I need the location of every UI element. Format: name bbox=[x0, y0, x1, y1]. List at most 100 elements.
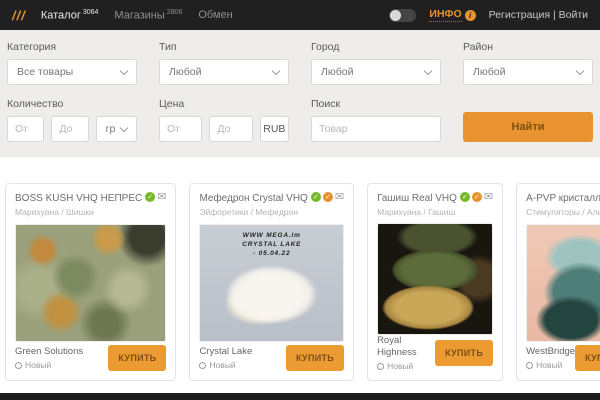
district-label: Район bbox=[463, 41, 593, 53]
price-label: Цена bbox=[159, 98, 289, 110]
product-card: A-PVP кристалл ✓ ✉ Стимуляторы / Альфа W… bbox=[516, 183, 600, 381]
product-grid: BOSS KUSH VHQ НЕПРЕС ✓ ✉ Марихуана / Шиш… bbox=[0, 183, 600, 381]
chevron-down-icon bbox=[424, 66, 432, 74]
vendor-name[interactable]: Royal Highness bbox=[377, 335, 435, 359]
buy-button[interactable]: КУПИТЬ bbox=[575, 345, 600, 371]
status-circle-icon bbox=[526, 362, 533, 369]
product-image[interactable] bbox=[15, 224, 166, 342]
nav-catalog-label: Каталог bbox=[41, 9, 81, 21]
envelope-icon[interactable]: ✉ bbox=[484, 192, 493, 202]
nav-shops-label: Магазины bbox=[114, 9, 164, 21]
product-category: Марихуана / Гашиш bbox=[377, 207, 493, 216]
bottom-bar bbox=[0, 393, 600, 400]
product-card: Мефедрон Crystal VHQ ✓ ✓ ✉ Эйфоретики / … bbox=[189, 183, 354, 381]
price-to-input[interactable] bbox=[209, 116, 252, 142]
city-label: Город bbox=[311, 41, 441, 53]
filter-city: Город Любой bbox=[311, 38, 441, 85]
vendor-block: Crystal Lake Новый bbox=[199, 346, 252, 370]
toggle-knob-icon bbox=[390, 10, 401, 21]
type-value: Любой bbox=[169, 66, 201, 78]
filter-search: Поиск bbox=[311, 95, 441, 142]
buy-button[interactable]: КУПИТЬ bbox=[435, 340, 493, 366]
quantity-unit-select[interactable]: гр bbox=[96, 116, 137, 142]
vendor-name[interactable]: Crystal Lake bbox=[199, 346, 252, 358]
vendor-name[interactable]: Green Solutions bbox=[15, 346, 83, 358]
status-label: Новый bbox=[536, 360, 562, 370]
status-circle-icon bbox=[15, 362, 22, 369]
buy-button[interactable]: КУПИТЬ bbox=[286, 345, 344, 371]
topbar-right: ИНФО i Регистрация | Войти bbox=[389, 8, 588, 22]
status-label: Новый bbox=[25, 360, 51, 370]
district-select[interactable]: Любой bbox=[463, 59, 593, 85]
nav-catalog[interactable]: Каталог3064 bbox=[41, 9, 99, 22]
chevron-down-icon bbox=[120, 66, 128, 74]
verified-green-icon: ✓ bbox=[145, 192, 155, 202]
quantity-from-input[interactable] bbox=[7, 116, 44, 142]
info-icon: i bbox=[465, 10, 476, 21]
quantity-unit-value: гр bbox=[106, 123, 116, 135]
envelope-icon[interactable]: ✉ bbox=[157, 192, 166, 202]
status-label: Новый bbox=[387, 361, 413, 371]
product-title[interactable]: A-PVP кристалл bbox=[526, 192, 600, 205]
filter-quantity: Количество гр bbox=[7, 95, 137, 142]
category-select[interactable]: Все товары bbox=[7, 59, 137, 85]
topbar: /// Каталог3064 Магазины2806 Обмен ИНФО … bbox=[0, 0, 600, 30]
verified-green-icon: ✓ bbox=[460, 192, 470, 202]
search-submit-button[interactable]: Найти bbox=[463, 112, 593, 142]
auth-links[interactable]: Регистрация | Войти bbox=[489, 9, 588, 21]
vendor-block: WestBridge Новый bbox=[526, 346, 575, 370]
filter-type: Тип Любой bbox=[159, 38, 289, 85]
nav-shops-count: 2806 bbox=[167, 9, 183, 16]
info-label: ИНФО bbox=[429, 8, 461, 22]
city-value: Любой bbox=[321, 66, 353, 78]
nav-exchange[interactable]: Обмен bbox=[198, 9, 232, 21]
price-from-input[interactable] bbox=[159, 116, 202, 142]
product-title[interactable]: BOSS KUSH VHQ НЕПРЕС bbox=[15, 192, 142, 205]
vendor-block: Green Solutions Новый bbox=[15, 346, 83, 370]
product-category: Эйфоретики / Мефедрон bbox=[199, 207, 344, 217]
chevron-down-icon bbox=[272, 66, 280, 74]
price-currency-box[interactable]: RUB bbox=[260, 116, 289, 142]
product-title[interactable]: Мефедрон Crystal VHQ bbox=[199, 192, 307, 205]
nav-catalog-count: 3064 bbox=[83, 9, 99, 16]
city-select[interactable]: Любой bbox=[311, 59, 441, 85]
info-link[interactable]: ИНФО i bbox=[429, 8, 475, 22]
quantity-label: Количество bbox=[7, 98, 137, 110]
verified-orange-icon: ✓ bbox=[323, 192, 333, 202]
product-category: Марихуана / Шишки bbox=[15, 207, 166, 217]
quantity-to-input[interactable] bbox=[51, 116, 88, 142]
category-value: Все товары bbox=[17, 66, 73, 78]
chevron-down-icon bbox=[576, 66, 584, 74]
product-image[interactable] bbox=[526, 224, 600, 342]
vendor-name[interactable]: WestBridge bbox=[526, 346, 575, 358]
type-select[interactable]: Любой bbox=[159, 59, 289, 85]
caption-line: CRYSTAL LAKE bbox=[200, 240, 343, 249]
main-nav: Каталог3064 Магазины2806 Обмен bbox=[41, 9, 233, 22]
status-label: Новый bbox=[209, 360, 235, 370]
nav-shops[interactable]: Магазины2806 bbox=[114, 9, 182, 22]
filter-district: Район Любой bbox=[463, 38, 593, 85]
status-circle-icon bbox=[377, 363, 384, 370]
product-image[interactable] bbox=[377, 223, 493, 335]
product-card: Гашиш Real VHQ ✓ ✓ ✉ Марихуана / Гашиш R… bbox=[367, 183, 503, 381]
site-logo[interactable]: /// bbox=[12, 8, 26, 23]
caption-line: - 05.04.22 bbox=[200, 249, 343, 258]
buy-button[interactable]: КУПИТЬ bbox=[108, 345, 166, 371]
filter-category: Категория Все товары bbox=[7, 38, 137, 85]
vendor-block: Royal Highness Новый bbox=[377, 335, 435, 371]
nav-exchange-label: Обмен bbox=[198, 9, 232, 21]
filter-price: Цена RUB bbox=[159, 95, 289, 142]
product-category: Стимуляторы / Альфа bbox=[526, 207, 600, 217]
category-label: Категория bbox=[7, 41, 137, 53]
product-card: BOSS KUSH VHQ НЕПРЕС ✓ ✉ Марихуана / Шиш… bbox=[5, 183, 176, 381]
verified-orange-icon: ✓ bbox=[472, 192, 482, 202]
theme-toggle[interactable] bbox=[389, 9, 416, 22]
caption-line: WWW MEGA.lm bbox=[200, 231, 343, 240]
product-image[interactable]: WWW MEGA.lm CRYSTAL LAKE - 05.04.22 bbox=[199, 224, 344, 342]
product-title[interactable]: Гашиш Real VHQ bbox=[377, 192, 457, 205]
district-value: Любой bbox=[473, 66, 505, 78]
verified-green-icon: ✓ bbox=[311, 192, 321, 202]
chevron-down-icon bbox=[120, 123, 128, 131]
envelope-icon[interactable]: ✉ bbox=[335, 192, 344, 202]
search-input[interactable] bbox=[311, 116, 441, 142]
